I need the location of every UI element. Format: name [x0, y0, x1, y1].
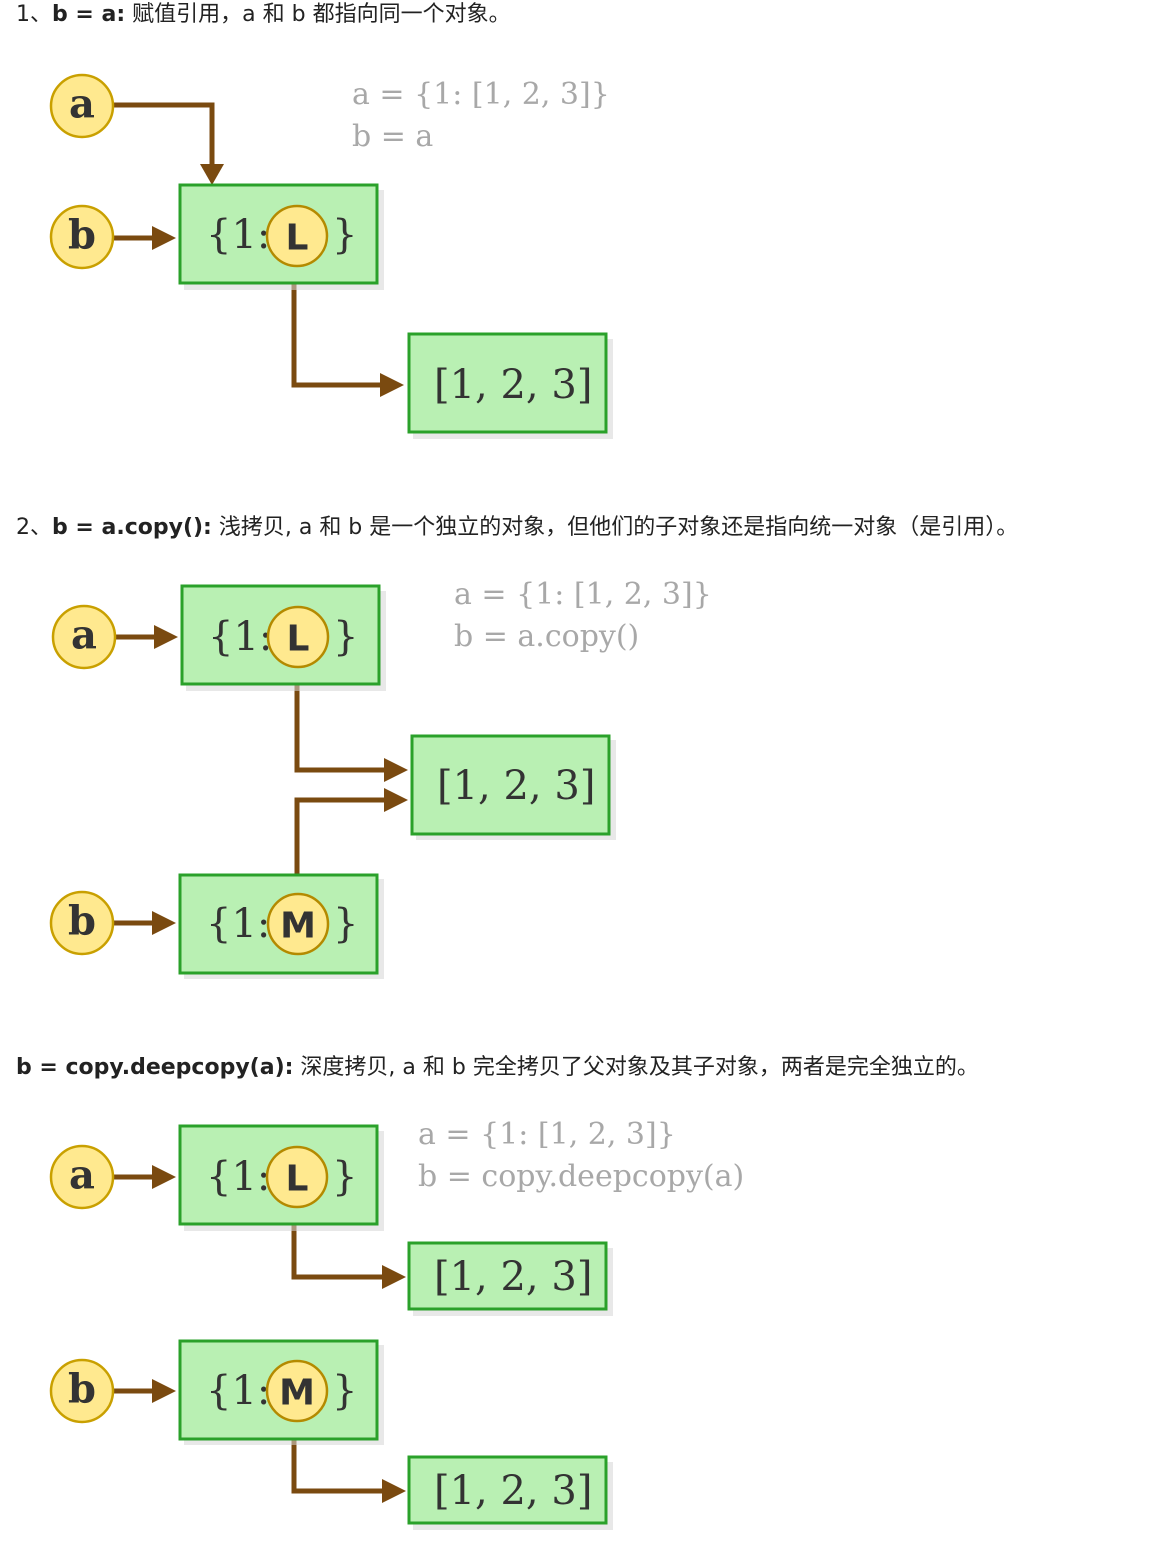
ref-node-L-label: L — [286, 218, 309, 259]
variable-a-label: a — [69, 81, 95, 128]
diagram-deep-copy: a = {1: [1, 2, 3]} b = copy.deepcopy(a) … — [49, 1117, 744, 1530]
section-2-heading: 2、b = a.copy(): 浅拷贝, a 和 b 是一个独立的对象，但他们的… — [16, 513, 1018, 543]
dict-box-b-prefix: {1: — [206, 1368, 270, 1414]
variable-b-label: b — [68, 1366, 96, 1413]
list-box-text: [1, 2, 3] — [434, 362, 592, 408]
arrowhead-L-to-list-1 — [382, 1265, 406, 1289]
list-box-text: [1, 2, 3] — [437, 763, 595, 809]
variable-b-label: b — [68, 212, 96, 259]
section-2-code: b = a.copy(): — [52, 515, 212, 540]
dict-box-b-prefix: {1: — [206, 901, 270, 947]
section-3-heading: b = copy.deepcopy(a): 深度拷贝, a 和 b 完全拷贝了父… — [16, 1053, 979, 1083]
arrow-a-to-dict — [112, 102, 215, 168]
arrowhead-b-to-dict-M — [152, 1379, 176, 1403]
section-1-description: 赋值引用，a 和 b 都指向同一个对象。 — [125, 2, 511, 27]
code-line-2: b = a — [352, 119, 433, 154]
section-2-description: 浅拷贝, a 和 b 是一个独立的对象，但他们的子对象还是指向统一对象（是引用）… — [211, 515, 1019, 540]
list-box-1-text: [1, 2, 3] — [434, 1254, 592, 1300]
dict-box-a-prefix: {1: — [206, 1154, 270, 1200]
section-2-number: 2、 — [16, 515, 52, 540]
arrowhead-a-to-dict-L — [152, 1165, 176, 1189]
dict-box-a-suffix: } — [333, 614, 358, 660]
arrowhead-M-to-list — [384, 788, 408, 812]
code-line-2: b = a.copy() — [454, 619, 639, 654]
code-line-2: b = copy.deepcopy(a) — [418, 1159, 744, 1194]
list-box-2-text: [1, 2, 3] — [434, 1468, 592, 1514]
section-3-description: 深度拷贝, a 和 b 完全拷贝了父对象及其子对象，两者是完全独立的。 — [293, 1055, 979, 1080]
arrowhead-L-to-list — [384, 758, 408, 782]
ref-node-L-label: L — [286, 1159, 309, 1200]
diagram-shallow-copy: a = {1: [1, 2, 3]} b = a.copy() {1: L } … — [49, 577, 712, 979]
dict-box-a-prefix: {1: — [208, 614, 272, 660]
arrowhead-b-to-dict — [152, 226, 176, 250]
ref-node-M-label: M — [279, 1373, 315, 1414]
section-3-code: b = copy.deepcopy(a): — [16, 1055, 294, 1080]
code-line-1: a = {1: [1, 2, 3]} — [418, 1117, 676, 1152]
section-1-heading: 1、b = a: 赋值引用，a 和 b 都指向同一个对象。 — [16, 0, 511, 30]
arrowhead-b-to-dict-M — [152, 911, 176, 935]
arrowhead-L-to-list — [380, 373, 404, 397]
ref-node-M-label: M — [280, 906, 316, 947]
dict-box-b-suffix: } — [332, 1368, 357, 1414]
dict-box-b-suffix: } — [333, 901, 358, 947]
arrowhead-a-to-dict-L — [154, 625, 178, 649]
section-1-code: b = a: — [52, 2, 126, 27]
section-1-number: 1、 — [16, 2, 52, 27]
arrowhead-a-to-dict — [200, 164, 224, 185]
variable-a-label: a — [69, 1152, 95, 1199]
dict-box-suffix: } — [332, 212, 357, 258]
ref-node-L-label: L — [287, 619, 310, 660]
diagram-assignment: a = {1: [1, 2, 3]} b = a {1: L } [1, 2, … — [49, 73, 613, 439]
code-line-1: a = {1: [1, 2, 3]} — [352, 77, 610, 112]
variable-b-label: b — [68, 898, 96, 945]
dict-box-a-suffix: } — [332, 1154, 357, 1200]
dict-box-prefix: {1: — [206, 212, 270, 258]
arrowhead-M-to-list-2 — [382, 1479, 406, 1503]
variable-a-label: a — [71, 612, 97, 659]
code-line-1: a = {1: [1, 2, 3]} — [454, 577, 712, 612]
